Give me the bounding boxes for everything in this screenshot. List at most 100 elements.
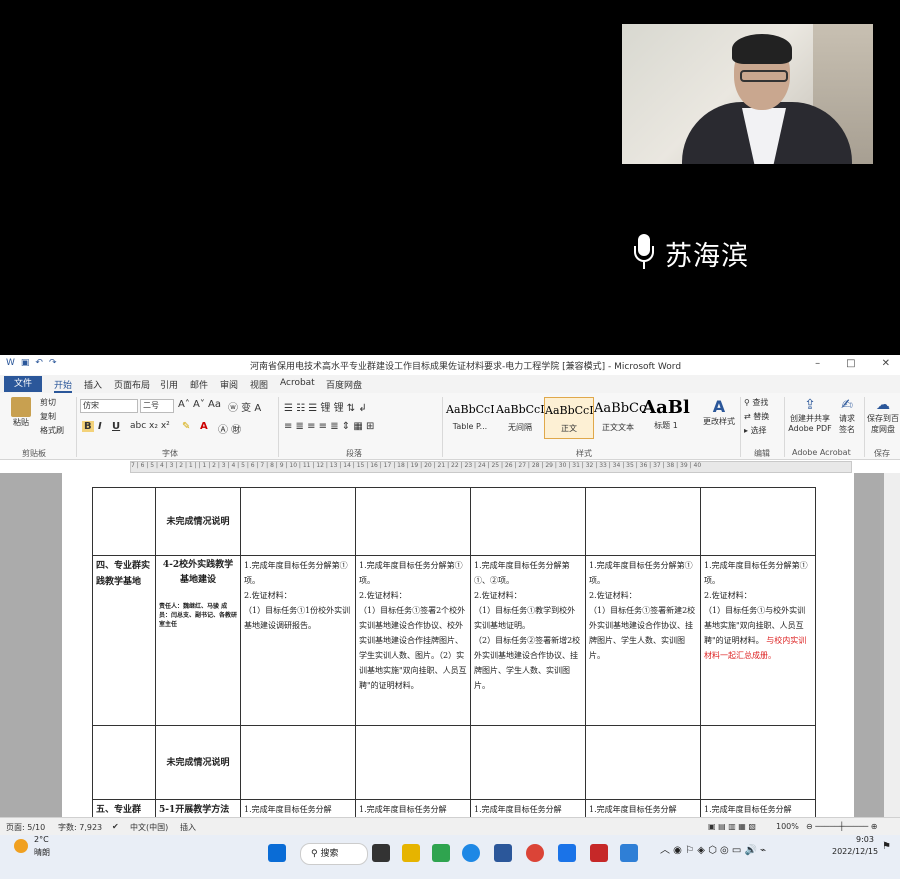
clear-format-icon[interactable]: ⓦ 变 A <box>228 399 261 414</box>
weather-icon <box>14 839 28 853</box>
edge-icon[interactable] <box>462 844 480 862</box>
align-icon[interactable]: ≡ ≣ ≡ ≡ ≣ ⇕ ▦ ⊞ <box>284 421 374 432</box>
tab-view[interactable]: 视图 <box>250 378 268 391</box>
replace-icon: ⇄ <box>744 412 751 421</box>
video-feed <box>622 24 873 164</box>
insert-mode[interactable]: 插入 <box>180 822 196 833</box>
style-table-paragraph[interactable]: AaBbCcI Table P... <box>446 397 495 437</box>
table-cell[interactable]: 1.完成年度目标任务分解第①项。 2.佐证材料： （1）目标任务①签署2个校外实… <box>355 555 471 726</box>
tab-review[interactable]: 审阅 <box>220 378 238 391</box>
style-heading-1[interactable]: AaBl 标题 1 <box>642 397 690 437</box>
styles-group-label: 样式 <box>576 449 592 458</box>
page-indicator[interactable]: 页面: 5/10 <box>6 822 45 833</box>
underline-button[interactable]: U <box>112 421 120 432</box>
start-icon[interactable] <box>268 844 286 862</box>
tab-home[interactable]: 开始 <box>54 378 73 393</box>
change-styles-icon: A <box>712 397 726 416</box>
incomplete-explanation-label: 未完成情况说明 <box>166 516 230 527</box>
active-speaker: 苏海滨 <box>633 233 749 273</box>
font-size-select[interactable]: 二号 <box>140 399 174 413</box>
replace-button[interactable]: ⇄ 替换 <box>744 411 769 422</box>
bold-button[interactable]: B <box>82 421 94 432</box>
paste-button[interactable]: 粘贴 <box>8 397 34 428</box>
italic-button[interactable]: I <box>98 421 102 432</box>
find-button[interactable]: ⚲ 查找 <box>744 397 768 408</box>
section-title: 五、专业群 <box>96 805 142 815</box>
close-icon[interactable]: ✕ <box>882 358 890 369</box>
table-cell[interactable]: 1.完成年度目标任务分解第①项。 2.佐证材料： （1）目标任务①签署新建2校外… <box>585 555 701 726</box>
microphone-icon <box>633 234 655 272</box>
minimize-icon[interactable]: – <box>815 358 820 369</box>
copy-button[interactable]: 复制 <box>40 411 56 422</box>
bullets-icon[interactable]: ☰ ☷ ☰ 锂 锂 ⇅ ↲ <box>284 399 367 414</box>
table-cell[interactable]: 1.完成年度目标任务分解第①项。 2.佐证材料： （1）目标任务①与校外实训基地… <box>700 555 816 726</box>
wechat-icon[interactable] <box>432 844 450 862</box>
strike-icon[interactable]: abc x₂ x² <box>130 421 170 431</box>
file-explorer-icon[interactable] <box>402 844 420 862</box>
select-button[interactable]: ▸ 选择 <box>744 425 767 436</box>
tab-layout[interactable]: 页面布局 <box>114 378 150 391</box>
document-table[interactable]: 未完成情况说明 四、专业群实践教学基地 4-2校外实践教学基地建设 责任人：魏继… <box>92 487 816 821</box>
language-indicator[interactable]: 中文(中国) <box>130 822 168 833</box>
style-normal[interactable]: AaBbCcI 正文 <box>544 397 594 439</box>
paragraph-group-label: 段落 <box>346 449 362 458</box>
taskbar: 2°C 晴朗 ⚲ 搜索 ︿ ◉ ⚐ ◈ ⬡ ◎ ▭ 🔊 ⌁ 9:03 2022/… <box>0 835 900 879</box>
zoom-level[interactable]: 100% <box>776 822 799 831</box>
tab-baidu-netdisk[interactable]: 百度网盘 <box>326 378 362 391</box>
vertical-scrollbar[interactable] <box>884 473 900 817</box>
tencent-meeting-icon[interactable] <box>620 844 638 862</box>
window-title: 河南省保用电技术高水平专业群建设工作目标成果佐证材料要求-电力工程学院 [兼容模… <box>250 362 682 372</box>
tab-acrobat[interactable]: Acrobat <box>280 378 315 388</box>
tab-file[interactable]: 文件 <box>4 376 42 392</box>
table-row: 四、专业群实践教学基地 4-2校外实践教学基地建设 责任人：魏继红、马骏 成员：… <box>92 555 816 726</box>
meeting-app-icon[interactable] <box>558 844 576 862</box>
taskbar-search[interactable]: ⚲ 搜索 <box>300 843 368 865</box>
view-buttons-icon[interactable]: ▣ ▤ ▥ ▦ ▧ <box>708 822 756 831</box>
clock-date[interactable]: 2022/12/15 <box>832 847 878 856</box>
style-body-text[interactable]: AaBbCc 正文文本 <box>594 397 646 437</box>
highlight-icon[interactable]: ✎ <box>182 421 190 432</box>
weather-desc[interactable]: 晴朗 <box>34 847 50 858</box>
word-count[interactable]: 字数: 7,923 <box>58 822 102 833</box>
style-no-spacing[interactable]: AaBbCcI 无间隔 <box>496 397 545 437</box>
change-styles-button[interactable]: A 更改样式 <box>702 397 736 427</box>
system-tray-icons[interactable]: ︿ ◉ ⚐ ◈ ⬡ ◎ ▭ 🔊 ⌁ <box>660 841 766 856</box>
cut-button[interactable]: 剪切 <box>40 397 56 408</box>
chrome-icon[interactable] <box>526 844 544 862</box>
font-name-select[interactable]: 仿宋 <box>80 399 138 413</box>
notification-icon[interactable]: ⚑ <box>882 841 891 852</box>
zoom-slider[interactable]: ⊖ ─────┼───── ⊕ <box>806 822 877 831</box>
save-to-netdisk-button[interactable]: ☁ 保存到百 度网盘 <box>866 397 900 435</box>
word-icon[interactable] <box>494 844 512 862</box>
table-row: 未完成情况说明 <box>92 725 816 800</box>
find-icon: ⚲ <box>744 398 750 407</box>
font-color-icon[interactable]: A <box>200 421 208 432</box>
maximize-icon[interactable]: □ <box>846 358 855 369</box>
weather-temp[interactable]: 2°C <box>34 835 49 844</box>
create-share-pdf-button[interactable]: ⇪ 创建并共享 Adobe PDF <box>786 397 834 433</box>
request-signature-button[interactable]: ✍ 请求 签名 <box>834 397 860 435</box>
title-bar: W ▣ ↶ ↷ 河南省保用电技术高水平专业群建设工作目标成果佐证材料要求-电力工… <box>0 355 900 375</box>
responsible-persons: 责任人：魏继红、马骏 成员：闫总支、副书记、各教研室主任 <box>159 603 238 628</box>
save-icon[interactable]: ▣ <box>21 358 30 368</box>
clipboard-icon <box>11 397 31 417</box>
undo-icon[interactable]: ↶ <box>35 358 43 368</box>
ribbon-tabs: 文件 开始 插入 页面布局 引用 邮件 审阅 视图 Acrobat 百度网盘 <box>0 375 900 393</box>
tab-insert[interactable]: 插入 <box>84 378 102 391</box>
editing-group-label: 编辑 <box>754 449 770 458</box>
clock-time[interactable]: 9:03 <box>856 835 874 844</box>
table-cell[interactable]: 1.完成年度目标任务分解第①项。 2.佐证材料： （1）目标任务①1份校外实训基… <box>240 555 356 726</box>
horizontal-ruler[interactable]: 7 | 6 | 5 | 4 | 3 | 2 | 1 | | 1 | 2 | 3 … <box>130 461 852 473</box>
char-border-icon[interactable]: Ⓐ ㊖ <box>218 421 241 436</box>
clipboard-group-label: 剪贴板 <box>22 449 46 458</box>
ribbon: 粘贴 剪切 复制 格式刷 剪贴板 仿宋 二号 A˄ A˅ Aa ⓦ 变 A B … <box>0 393 900 460</box>
acrobat-icon[interactable] <box>590 844 608 862</box>
tab-mailings[interactable]: 邮件 <box>190 378 208 391</box>
redo-icon[interactable]: ↷ <box>49 358 57 368</box>
tab-references[interactable]: 引用 <box>160 378 178 391</box>
table-cell[interactable]: 1.完成年度目标任务分解第①、②项。 2.佐证材料： （1）目标任务①教学到校外… <box>470 555 586 726</box>
format-painter-button[interactable]: 格式刷 <box>40 425 64 436</box>
task-view-icon[interactable] <box>372 844 390 862</box>
proofing-icon[interactable]: ✔ <box>112 822 119 831</box>
grow-font-icon[interactable]: A˄ A˅ Aa <box>178 399 221 410</box>
